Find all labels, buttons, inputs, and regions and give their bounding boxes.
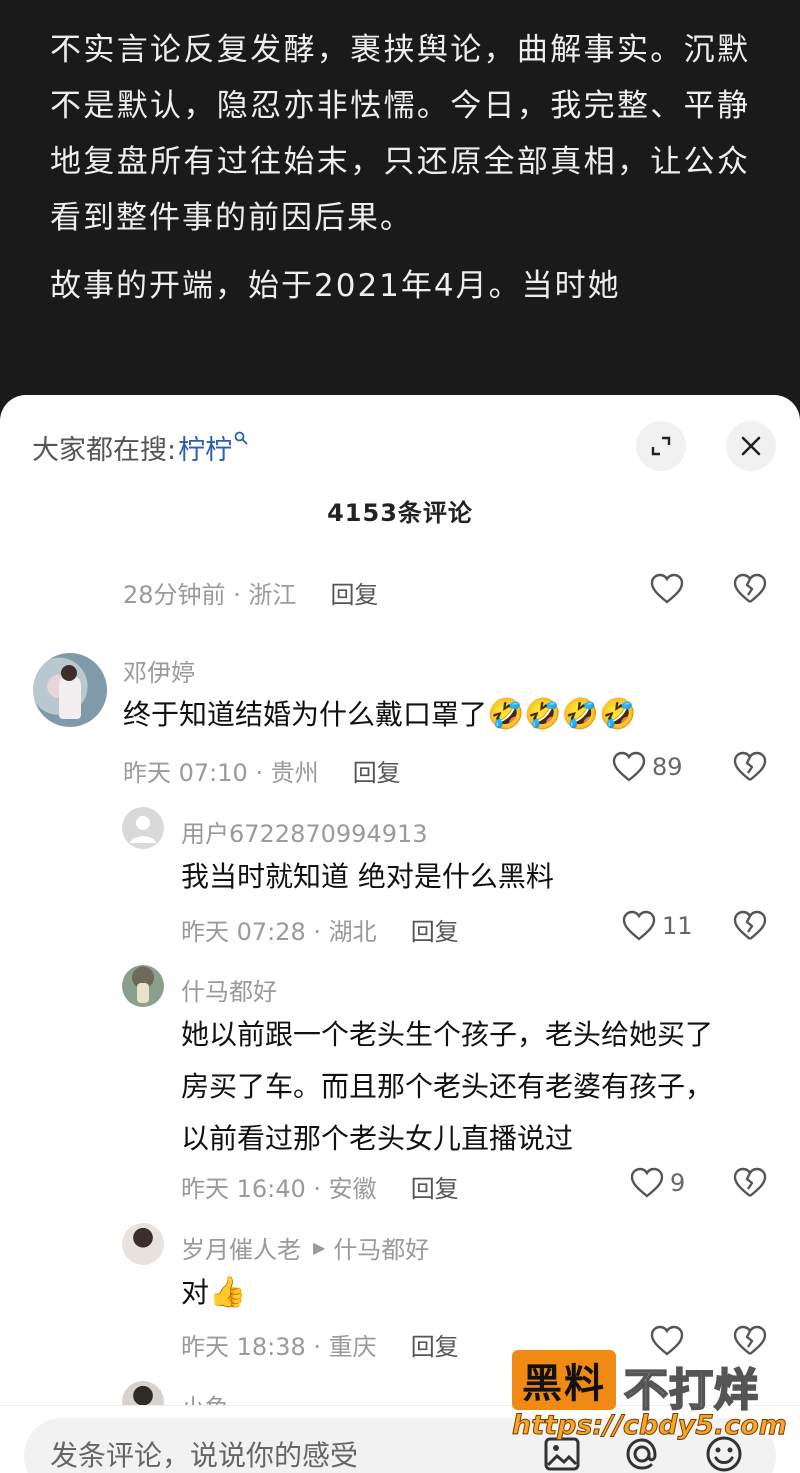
comment-emoji: 👍 — [209, 1275, 247, 1310]
comment-time-location: 昨天 18:38 · 重庆 — [181, 1333, 377, 1361]
comment-username-row: 岁月催人老 ▶ 什马都好 — [181, 1230, 429, 1265]
trending-search[interactable]: 大家都在搜: 柠柠 — [32, 428, 248, 467]
like-button[interactable]: 11 — [622, 910, 693, 942]
reply-to-username[interactable]: 什马都好 — [333, 1230, 429, 1265]
comment-time-location: 昨天 07:28 · 湖北 — [181, 918, 377, 946]
comment-time-location: 28分钟前 · 浙江 — [123, 581, 297, 609]
broken-heart-icon — [733, 910, 767, 940]
broken-heart-icon — [733, 573, 767, 603]
heart-icon — [622, 910, 656, 941]
broken-heart-icon — [733, 1167, 767, 1197]
comment-meta: 昨天 07:10 · 贵州 回复 — [123, 753, 401, 788]
article-body: 不实言论反复发酵，裹挟舆论，曲解事实。沉默不是默认，隐忍亦非怯懦。今日，我完整、… — [0, 0, 800, 420]
comment-text-line: 以前看过那个老头女儿直播说过 — [181, 1122, 574, 1155]
watermark-box-text: 黑料 — [522, 1361, 606, 1407]
heart-icon — [650, 573, 684, 604]
dislike-button[interactable] — [733, 1167, 767, 1203]
reply-button[interactable]: 回复 — [330, 575, 378, 610]
heart-icon — [630, 1167, 664, 1198]
comment-time-location: 昨天 16:40 · 安徽 — [181, 1175, 377, 1203]
comment-username[interactable]: 用户6722870994913 — [181, 814, 428, 849]
watermark-tail-text: 不打烊 — [623, 1364, 759, 1417]
comment-text-line: 她以前跟一个老头生个孩子，老头给她买了 — [181, 1018, 714, 1051]
comment-text-body: 对 — [181, 1276, 210, 1309]
dislike-button[interactable] — [733, 573, 767, 609]
comment-text-body: 终于知道结婚为什么戴口罩了 — [123, 698, 488, 731]
article-paragraph-2: 故事的开端，始于2021年4月。当时她 — [50, 268, 621, 304]
expand-button[interactable] — [636, 421, 686, 471]
reply-button[interactable]: 回复 — [411, 1169, 459, 1204]
watermark: 黑料 不打烊 https://cbdy5.com — [512, 1350, 788, 1448]
clipped-comment-text: · · · · · · · · · · — [123, 535, 483, 557]
comment-text: 我当时就知道 绝对是什么黑料 — [181, 860, 554, 893]
like-button[interactable] — [650, 573, 684, 605]
comment-username[interactable]: 什马都好 — [181, 972, 277, 1007]
trending-search-label: 大家都在搜: — [32, 435, 177, 466]
watermark-logo: 黑料 — [512, 1350, 616, 1410]
comment-username[interactable]: 岁月催人老 — [181, 1230, 301, 1265]
like-count: 89 — [652, 753, 683, 781]
user-icon — [130, 816, 156, 843]
reply-button[interactable]: 回复 — [411, 912, 459, 947]
comment-time-location: 昨天 07:10 · 贵州 — [123, 759, 319, 787]
comment-meta: 28分钟前 · 浙江 回复 — [123, 575, 378, 610]
comment-meta: 昨天 16:40 · 安徽 回复 — [181, 1169, 459, 1204]
comment-input-placeholder: 发条评论，说说你的感受 — [50, 1439, 359, 1472]
comment-text: 对👍 — [181, 1267, 246, 1319]
comment-sheet: 大家都在搜: 柠柠 4153条评论 · · · · · · · · · · 28… — [0, 395, 800, 1473]
comment-sheet-header: 大家都在搜: 柠柠 4153条评论 — [0, 395, 800, 545]
comment-emoji: 🤣🤣🤣🤣 — [487, 697, 637, 732]
trending-search-keyword[interactable]: 柠柠 — [178, 428, 232, 467]
comment-text-line: 房买了车。而且那个老头还有老婆有孩子， — [181, 1070, 714, 1103]
avatar[interactable] — [122, 965, 164, 1007]
like-count: 9 — [670, 1169, 686, 1197]
comment-text: 她以前跟一个老头生个孩子，老头给她买了 房买了车。而且那个老头还有老婆有孩子， … — [181, 1009, 761, 1165]
article-paragraph-1: 不实言论反复发酵，裹挟舆论，曲解事实。沉默不是默认，隐忍亦非怯懦。今日，我完整、… — [50, 32, 750, 236]
broken-heart-icon — [733, 751, 767, 781]
dislike-button[interactable] — [733, 751, 767, 787]
avatar[interactable] — [122, 1223, 164, 1265]
comment-username[interactable]: 邓伊婷 — [123, 653, 195, 688]
avatar[interactable] — [33, 653, 107, 727]
like-button[interactable]: 89 — [612, 751, 683, 783]
like-count: 11 — [662, 912, 693, 940]
comment-meta: 昨天 07:28 · 湖北 回复 — [181, 912, 459, 947]
watermark-url: https://cbdy5.com — [512, 1410, 788, 1442]
comment-meta: 昨天 18:38 · 重庆 回复 — [181, 1327, 459, 1362]
like-button[interactable]: 9 — [630, 1167, 685, 1199]
comment-text: 终于知道结婚为什么戴口罩了🤣🤣🤣🤣 — [123, 689, 636, 741]
reply-button[interactable]: 回复 — [353, 753, 401, 788]
search-icon — [234, 430, 248, 450]
dislike-button[interactable] — [733, 910, 767, 946]
reply-arrow-icon: ▶ — [313, 1238, 326, 1257]
close-button[interactable] — [726, 421, 776, 471]
expand-icon — [651, 436, 671, 456]
comment-count: 4153条评论 — [327, 499, 473, 527]
close-icon — [741, 436, 761, 456]
heart-icon — [612, 751, 646, 782]
reply-button[interactable]: 回复 — [411, 1327, 459, 1362]
comment-list: · · · · · · · · · · 28分钟前 · 浙江 回复 邓伊婷 终于… — [0, 535, 800, 1415]
default-avatar[interactable] — [122, 807, 164, 849]
